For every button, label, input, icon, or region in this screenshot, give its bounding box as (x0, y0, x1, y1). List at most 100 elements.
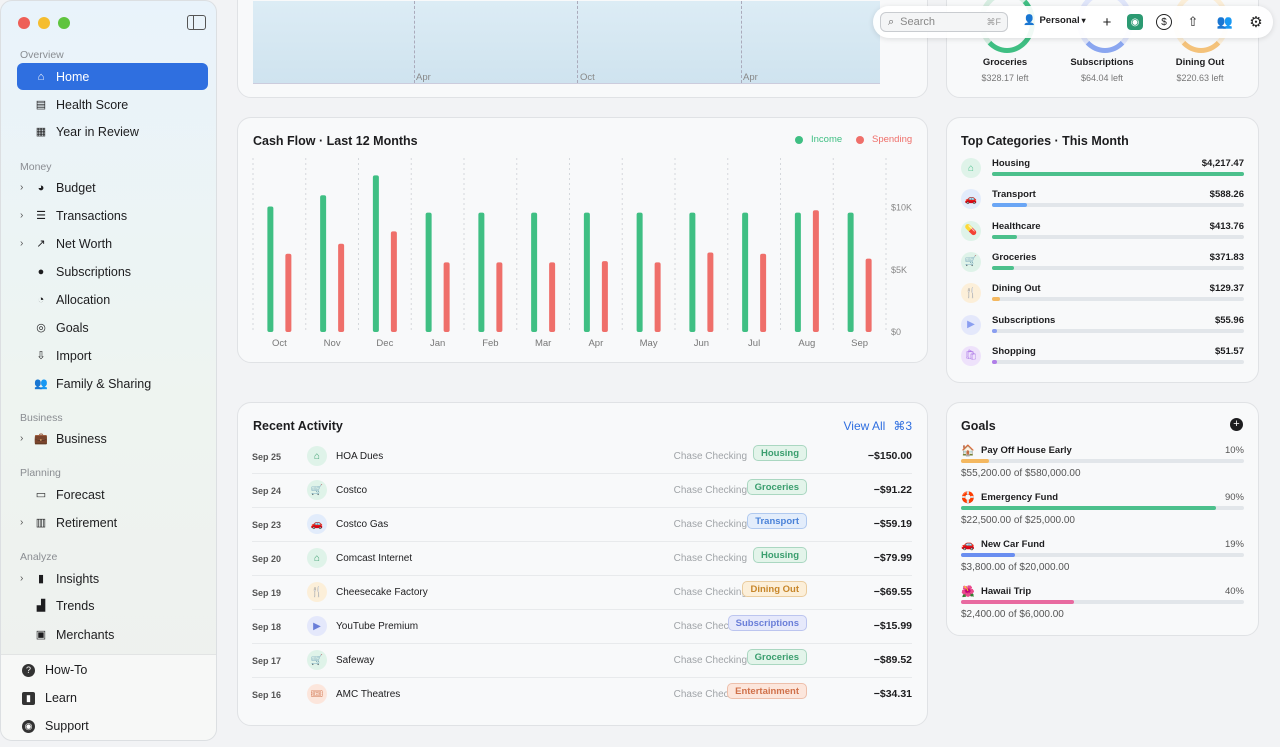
goal-item[interactable]: 🌺 Hawaii Trip 40% $2,400.00 of $6,000.00 (961, 585, 1244, 625)
howto-link[interactable]: ? How-To (22, 663, 87, 677)
profile-switcher[interactable]: 👤 Personal ▾ (1023, 15, 1086, 26)
minimize-window-button[interactable] (38, 17, 50, 29)
category-row[interactable]: 🍴 Dining Out $129.37 (961, 283, 1244, 311)
activity-row[interactable]: Sep 20 ⌂ Comcast Internet Chase Checking Hou… (252, 542, 912, 576)
activity-category-tag[interactable]: Subscriptions (727, 615, 807, 631)
sidebar-item-home[interactable]: ⌂ Home (17, 63, 208, 90)
bar-spending[interactable] (601, 261, 608, 332)
bar-spending[interactable] (865, 258, 872, 332)
sidebar-item-transactions[interactable]: › ☰ Transactions (17, 202, 208, 229)
bar-spending[interactable] (812, 210, 819, 332)
activity-amount: −$89.52 (873, 654, 912, 666)
bar-spending[interactable] (707, 252, 714, 332)
goal-item[interactable]: 🚗 New Car Fund 19% $3,800.00 of $20,000.00 (961, 538, 1244, 578)
bar-income[interactable] (478, 212, 485, 332)
sidebar-item-merchants[interactable]: ▣ Merchants (17, 621, 208, 648)
sidebar-item-goals[interactable]: ◎ Goals (17, 314, 208, 341)
chevron-right-icon[interactable]: › (20, 182, 23, 193)
category-row[interactable]: 🛍 Shopping $51.57 (961, 345, 1244, 374)
sidebar-item-year-in-review[interactable]: ▦ Year in Review (17, 118, 208, 145)
activity-row[interactable]: Sep 19 🍴 Cheesecake Factory Chase Checking D… (252, 576, 912, 610)
close-window-button[interactable] (18, 17, 30, 29)
bar-income[interactable] (372, 175, 379, 332)
sidebar-item-business[interactable]: › 💼 Business (17, 425, 208, 452)
trends-icon: ▟ (36, 600, 46, 612)
sidebar-item-import[interactable]: ⇩ Import (17, 342, 208, 369)
activity-row[interactable]: Sep 17 🛒 Safeway Chase Checking Groceries −$8… (252, 644, 912, 678)
category-row[interactable]: 💊 Healthcare $413.76 (961, 220, 1244, 249)
bar-income[interactable] (689, 212, 696, 332)
bar-spending[interactable] (654, 262, 661, 332)
activity-category-tag[interactable]: Groceries (746, 479, 807, 495)
activity-category-tag[interactable]: Housing (753, 445, 807, 461)
sidebar-item-budget[interactable]: › ◕ Budget (17, 174, 208, 201)
chevron-right-icon[interactable]: › (20, 433, 23, 444)
bar-income[interactable] (425, 212, 432, 332)
sidebar-item-net-worth[interactable]: › ↗ Net Worth (17, 230, 208, 257)
y-tick-label: $0 (891, 327, 901, 337)
people-icon[interactable]: 👥 (1214, 14, 1236, 30)
bar-income[interactable] (583, 212, 590, 332)
goal-item[interactable]: 🛟 Emergency Fund 90% $22,500.00 of $25,000.… (961, 491, 1244, 531)
learn-link[interactable]: ▮ Learn (22, 691, 77, 705)
bar-spending[interactable] (285, 253, 292, 332)
activity-row[interactable]: Sep 23 🚗 Costco Gas Chase Checking Transport… (252, 508, 912, 542)
bar-spending[interactable] (496, 262, 503, 332)
bar-income[interactable] (742, 212, 749, 332)
gear-icon[interactable]: ⚙ (1248, 14, 1264, 31)
bar-income[interactable] (847, 212, 854, 332)
activity-category-tag[interactable]: Housing (753, 547, 807, 563)
chevron-right-icon[interactable]: › (20, 238, 23, 249)
sidebar-item-label: Insights (56, 571, 100, 586)
sidebar-item-retirement[interactable]: › ▥ Retirement (17, 509, 208, 536)
add-icon[interactable]: + (1099, 14, 1115, 31)
search-input[interactable]: ⌕ Search ⌘F (880, 12, 1008, 32)
assistant-bot-icon[interactable]: ◉ (1127, 14, 1143, 30)
activity-category-tag[interactable]: Transport (747, 513, 807, 529)
bar-spending[interactable] (549, 262, 556, 332)
category-row[interactable]: 🛒 Groceries $371.83 (961, 251, 1244, 280)
goal-percent: 90% (1224, 492, 1244, 503)
bar-spending[interactable] (443, 262, 450, 332)
bar-spending[interactable] (338, 243, 345, 332)
chevron-right-icon[interactable]: › (20, 210, 23, 221)
bar-spending[interactable] (390, 231, 397, 332)
activity-account: Chase Checking (673, 451, 747, 462)
activity-category-tag[interactable]: Entertainment (727, 683, 807, 699)
category-name: Housing (992, 158, 1030, 169)
goal-item[interactable]: 🏠 Pay Off House Early 10% $55,200.00 of $58… (961, 444, 1244, 484)
bar-spending[interactable] (760, 253, 767, 332)
category-row[interactable]: ▶ Subscriptions $55.96 (961, 314, 1244, 343)
currency-icon[interactable]: $ (1156, 14, 1172, 30)
bar-income[interactable] (531, 212, 538, 332)
activity-row[interactable]: Sep 18 ▶ YouTube Premium Chase Checking Subs… (252, 610, 912, 644)
sidebar-item-trends[interactable]: ▟ Trends (17, 592, 208, 619)
share-icon[interactable]: ⇧ (1185, 14, 1201, 30)
sidebar-item-subscriptions[interactable]: ● Subscriptions (17, 258, 208, 285)
bar-income[interactable] (320, 195, 327, 332)
sidebar-item-family-sharing[interactable]: 👥 Family & Sharing (17, 370, 208, 397)
activity-category-tag[interactable]: Groceries (746, 649, 807, 665)
sidebar-toggle-icon[interactable] (187, 15, 206, 30)
activity-row[interactable]: Sep 16 🎟 AMC Theatres Chase Checking Enterta… (252, 678, 912, 712)
category-icon: 🍴 (961, 283, 981, 304)
chevron-right-icon[interactable]: › (20, 517, 23, 528)
bar-income[interactable] (267, 206, 274, 332)
bar-income[interactable] (636, 212, 643, 332)
activity-row[interactable]: Sep 24 🛒 Costco Chase Checking Groceries −$91… (252, 474, 912, 508)
sidebar-item-health-score[interactable]: ▤ Health Score (17, 91, 208, 118)
sidebar-item-forecast[interactable]: ▭ Forecast (17, 481, 208, 508)
support-link[interactable]: ◉ Support (22, 719, 89, 733)
chevron-right-icon[interactable]: › (20, 573, 23, 584)
view-all-link[interactable]: View All ⌘3 (844, 419, 913, 433)
category-row[interactable]: 🚗 Transport $588.26 (961, 189, 1244, 217)
bar-income[interactable] (794, 212, 801, 332)
zoom-window-button[interactable] (58, 17, 70, 29)
activity-row[interactable]: Sep 25 ⌂ HOA Dues Chase Checking Housing −$15… (252, 440, 912, 474)
sidebar-item-insights[interactable]: › ▮ Insights (17, 565, 208, 592)
goal-progress-fill (961, 506, 1216, 510)
category-row[interactable]: ⌂ Housing $4,217.47 (961, 158, 1244, 186)
add-goal-icon[interactable]: + (1230, 418, 1243, 431)
activity-category-tag[interactable]: Dining Out (742, 581, 807, 597)
sidebar-item-allocation[interactable]: ◔ Allocation (17, 286, 208, 313)
